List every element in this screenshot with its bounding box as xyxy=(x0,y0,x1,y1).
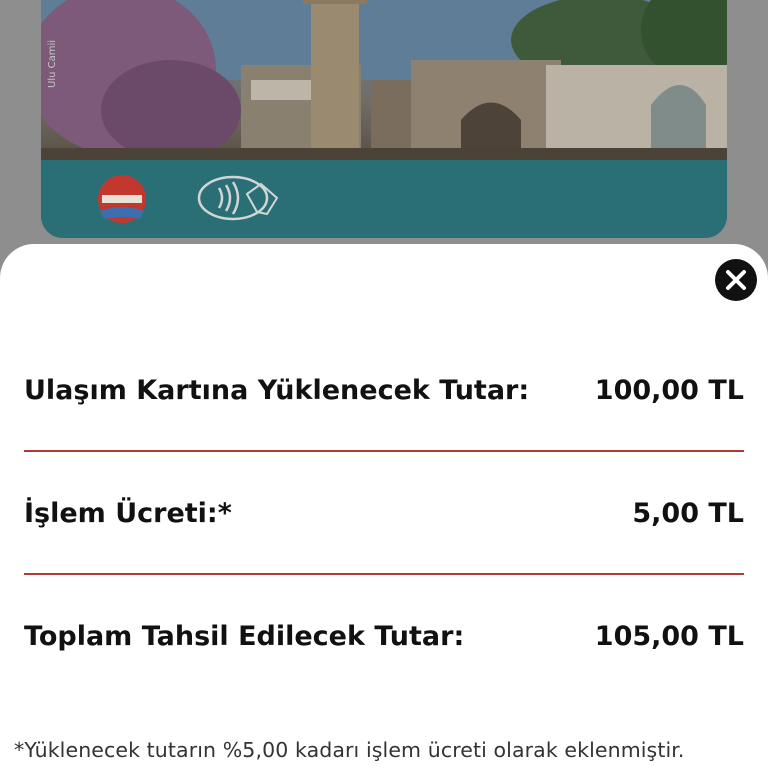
card-bottom-band xyxy=(41,160,727,238)
contactless-payment-icon xyxy=(197,175,279,221)
total-value: 105,00 TL xyxy=(594,620,744,652)
fee-row: İşlem Ücreti:* 5,00 TL xyxy=(24,493,744,533)
transport-card: Ulu Camii xyxy=(41,0,727,238)
load-amount-row: Ulaşım Kartına Yüklenecek Tutar: 100,00 … xyxy=(24,370,744,410)
fee-label: İşlem Ücreti:* xyxy=(24,497,232,529)
close-icon xyxy=(726,270,746,290)
mosque-photo-illustration xyxy=(41,0,727,160)
total-label: Toplam Tahsil Edilecek Tutar: xyxy=(24,620,465,652)
card-logo xyxy=(98,175,146,223)
divider xyxy=(24,573,744,575)
divider xyxy=(24,450,744,452)
load-amount-value: 100,00 TL xyxy=(594,374,744,406)
close-button[interactable] xyxy=(715,259,757,301)
total-row: Toplam Tahsil Edilecek Tutar: 105,00 TL xyxy=(24,616,744,656)
card-photo: Ulu Camii xyxy=(41,0,727,160)
fee-footnote: *Yüklenecek tutarın %5,00 kadarı işlem ü… xyxy=(14,738,685,762)
load-amount-label: Ulaşım Kartına Yüklenecek Tutar: xyxy=(24,374,530,406)
photo-caption: Ulu Camii xyxy=(47,39,58,88)
fee-value: 5,00 TL xyxy=(632,497,744,529)
